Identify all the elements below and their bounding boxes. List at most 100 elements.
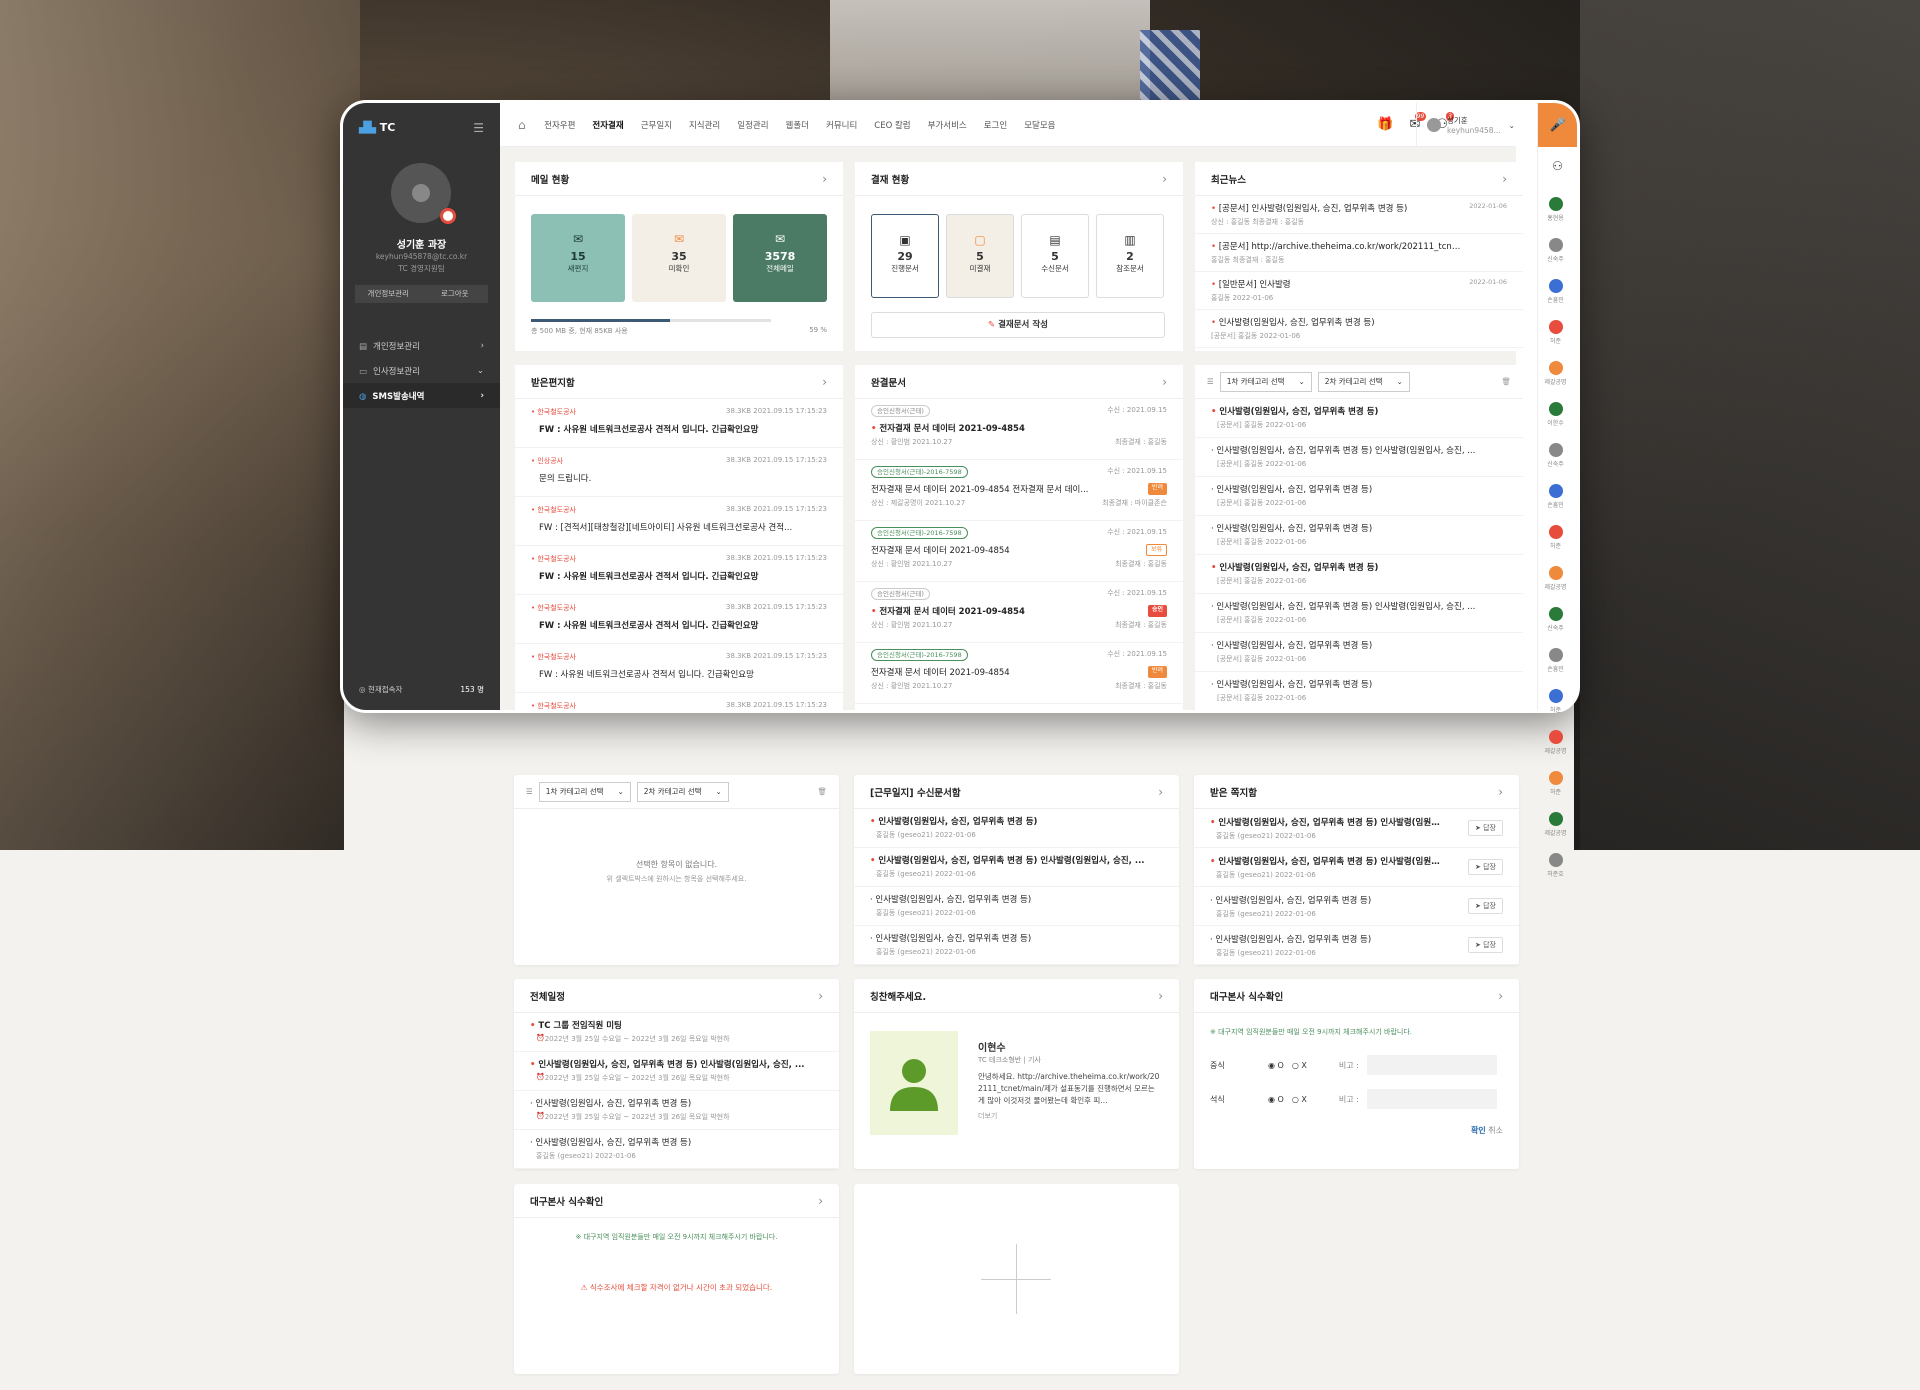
nav-item[interactable]: 전자결재 [584,119,632,131]
dinner-o-radio[interactable]: ◉ O [1268,1095,1284,1104]
work-item[interactable]: · 인사발령(임원입사, 승진, 업무위촉 변경 등) 홍길동 (geseo21)… [854,887,1179,926]
reply-button[interactable]: ➤ 답장 [1468,859,1503,875]
profile-button[interactable]: 개인정보관리 [355,285,422,303]
people-group-icon[interactable]: ⚇ [1538,159,1577,173]
reply-button[interactable]: ➤ 답장 [1468,820,1503,836]
dinner-x-radio[interactable]: ○ X [1292,1095,1307,1104]
chevron-right-icon[interactable]: › [1498,785,1503,799]
mail-item[interactable]: • 한국철도공사38.3KB 2021.09.15 17:15:23FW : 사… [515,595,843,644]
mail-item[interactable]: • 한국철도공사38.3KB 2021.09.15 17:15:23FW : 사… [515,644,843,693]
approval-received[interactable]: ▤ 5 수신문서 [1021,214,1089,298]
approval-pending[interactable]: ▢ 5 미결재 [946,214,1014,298]
work-item[interactable]: · 인사발령(임원입사, 승진, 업무위촉 변경 등) 홍길동 (geseo21)… [854,926,1179,965]
category2-select[interactable]: 2차 카테고리 선택 ⌄ [636,781,729,802]
board-item[interactable]: · 인사발령(임원입사, 승진, 업무위촉 변경 등) [공문서] 홍길동 202… [1195,516,1523,555]
trash-icon[interactable]: 🗑 [1501,377,1511,386]
person-avatar[interactable]: 홍현용 [1535,197,1576,222]
person-avatar[interactable]: 제갈공명 [1535,812,1576,837]
doc-item[interactable]: 승인신청서(근태) 수신 : 2021.09.15 • 전자결재 문서 데이터 20… [855,399,1183,460]
person-avatar[interactable]: 제갈공명 [1535,730,1576,755]
logout-button[interactable]: 로그아웃 [422,285,489,303]
nav-item[interactable]: 로그인 [975,119,1015,131]
nav-item[interactable]: 일정관리 [729,119,777,131]
lunch-o-radio[interactable]: ◉ O [1268,1061,1284,1070]
nav-item[interactable]: 부가서비스 [919,119,975,131]
chevron-right-icon[interactable]: › [818,1194,823,1208]
schedule-item[interactable]: • 인사발령(임원입사, 승진, 업무위촉 변경 등) 인사발령(임원입사, 승… [514,1052,839,1091]
news-item[interactable]: • 인사발령(임원입사, 승진, 업무위촉 변경 등) [공문서] 홍길동 202… [1195,310,1523,348]
category2-select[interactable]: 2차 카테고리 선택 ⌄ [1317,371,1410,392]
person-avatar[interactable]: 제갈공명 [1535,361,1576,386]
person-avatar[interactable]: 허준 [1535,771,1576,796]
person-avatar[interactable]: 허준 [1535,689,1576,714]
category1-select[interactable]: 1차 카테고리 선택 ⌄ [538,781,631,802]
note-item[interactable]: • 인사발령(임원입사, 승진, 업무위촉 변경 등) 인사발령(임원... 홍길… [1194,809,1519,848]
person-avatar[interactable]: 허준 [1535,320,1576,345]
doc-item[interactable]: 승인신청서(근태)-2016-7598 수신 : 2021.09.15 전자결재 문… [855,460,1183,521]
work-item[interactable]: • 인사발령(임원입사, 승진, 업무위촉 변경 등) 홍길동 (geseo21)… [854,809,1179,848]
nav-item[interactable]: 커뮤니티 [818,119,866,131]
person-avatar[interactable]: 손흥민 [1535,648,1576,673]
doc-item[interactable]: 승인신청서(근태)-2016-7598 수신 : 2021.09.15 전자결재 문… [855,521,1183,582]
user-menu[interactable]: 성기훈 keyhun9458... ⌄ [1416,103,1516,147]
schedule-item[interactable]: · 인사발령(임원입사, 승진, 업무위촉 변경 등) 홍길동 (geseo21)… [514,1130,839,1169]
chevron-right-icon[interactable]: › [822,172,827,186]
board-item[interactable]: • 인사발령(임원입사, 승진, 업무위촉 변경 등)[공문서] 홍길동 202… [1195,555,1523,594]
mail-item[interactable]: • 한국철도공사 38.3KB 2021.09.15 17:15:23 FW : [… [515,497,843,546]
chevron-right-icon[interactable]: › [1162,375,1167,389]
sidebar-item-sms[interactable]: ◍ SMS발송내역 › [343,383,500,408]
nav-item[interactable]: 지식관리 [680,119,728,131]
mail-item[interactable]: • 한국철도공사38.3KB 2021.09.15 17:15:23FW : 사… [515,546,843,595]
trash-icon[interactable]: 🗑 [817,787,827,796]
confirm-button[interactable]: 확인 [1471,1126,1486,1135]
schedule-item[interactable]: · 인사발령(임원입사, 승진, 업무위촉 변경 등) ⏰ 2022년 3월 25… [514,1091,839,1130]
chevron-right-icon[interactable]: › [1498,989,1503,1003]
nav-item[interactable]: 전자우편 [536,119,584,131]
person-avatar[interactable]: 제갈공명 [1535,566,1576,591]
person-avatar[interactable]: 손흥민 [1535,279,1576,304]
person-avatar[interactable]: 이한수 [1535,402,1576,427]
board-item[interactable]: · 인사발령(임원입사, 승진, 업무위촉 변경 등) [공문서] 홍길동 202… [1195,477,1523,516]
board-item[interactable]: · 인사발령(임원입사, 승진, 업무위촉 변경 등) [공문서] 홍길동 202… [1195,672,1523,710]
category1-select[interactable]: 1차 카테고리 선택 ⌄ [1219,371,1312,392]
approval-inprogress[interactable]: ▣ 29 진행문서 [871,214,939,298]
board-item[interactable]: · 인사발령(임원입사, 승진, 업무위촉 변경 등) [공문서] 홍길동 202… [1195,633,1523,672]
person-avatar[interactable]: 신숙주 [1535,443,1576,468]
gift-icon[interactable]: 🎁 [1377,117,1393,132]
sidebar-item-personal[interactable]: ▤ 개인정보관리 › [343,333,500,358]
board-item[interactable]: · 인사발령(임원입사, 승진, 업무위촉 변경 등) 인사발령(임원입사, 승… [1195,438,1523,477]
person-avatar[interactable]: 신숙주 [1535,238,1576,263]
more-link[interactable]: 더보기 [978,1111,997,1121]
board-item[interactable]: · 인사발령(임원입사, 승진, 업무위촉 변경 등) 인사발령(임원입사, 승… [1195,594,1523,633]
nav-item[interactable]: 웹폴더 [777,119,817,131]
chevron-right-icon[interactable]: › [822,375,827,389]
news-item[interactable]: • [공문서] http://archive.theheima.co.kr/wo… [1195,234,1523,272]
add-widget-card[interactable] [854,1184,1179,1374]
approval-reference[interactable]: ▥ 2 참조문서 [1096,214,1164,298]
note-item[interactable]: · 인사발령(임원입사, 승진, 업무위촉 변경 등) 홍길동 (geseo21)… [1194,926,1519,965]
cancel-button[interactable]: 취소 [1488,1126,1503,1135]
nav-item[interactable]: 모달모음 [1016,119,1064,131]
all-mail-stat[interactable]: ✉ 3578 전체메일 [733,214,827,302]
reply-button[interactable]: ➤ 답장 [1468,898,1503,914]
doc-item[interactable]: 승인신청서(근태) 수신 : 2021.09.15 • 전자결재 문서 데이터 20… [855,582,1183,643]
chevron-right-icon[interactable]: › [1502,172,1507,186]
dinner-memo-input[interactable] [1366,1089,1497,1109]
news-item[interactable]: • [일반문서] 인사발령 2022-01-06 홍길동 2022-01-06 [1195,272,1523,310]
sidebar-item-hr[interactable]: ▭ 인사정보관리 ⌄ [343,358,500,383]
microphone-icon[interactable]: 🎤 [1538,103,1577,147]
new-mail-stat[interactable]: ✉ 15 새편지 [531,214,625,302]
mail-item[interactable]: • 한국철도공사38.3KB 2021.09.15 17:15:23FW : 사… [515,399,843,448]
settings-badge-icon[interactable] [440,208,456,224]
schedule-item[interactable]: • TC 그룹 전임직원 미팅 ⏰ 2022년 3월 25일 수요일 ~ 2022… [514,1013,839,1052]
lunch-x-radio[interactable]: ○ X [1292,1061,1307,1070]
person-avatar[interactable]: 손흥민 [1535,484,1576,509]
nav-item[interactable]: 근무일지 [632,119,680,131]
home-icon[interactable]: ⌂ [518,118,526,132]
chevron-right-icon[interactable]: › [1162,172,1167,186]
chevron-right-icon[interactable]: › [1158,785,1163,799]
nav-item[interactable]: CEO 칼럼 [866,119,919,131]
news-item[interactable]: • [공문서] 인사발령(임원입사, 승진, 업무위촉 변경 등) 2022-01… [1195,196,1523,234]
note-item[interactable]: • 인사발령(임원입사, 승진, 업무위촉 변경 등) 인사발령(임원... 홍길… [1194,848,1519,887]
mail-item[interactable]: • 한국철도공사38.3KB 2021.09.15 17:15:23FW : 사… [515,693,843,710]
